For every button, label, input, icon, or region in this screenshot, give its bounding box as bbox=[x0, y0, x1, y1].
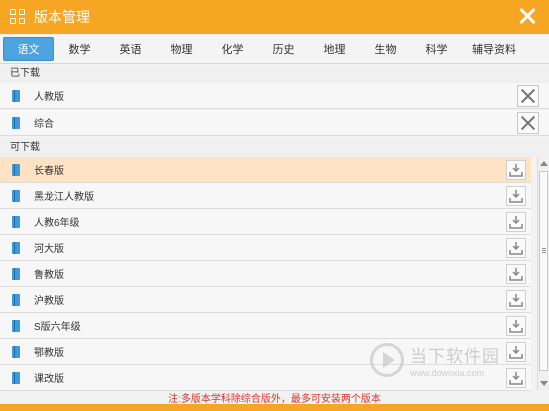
delete-button[interactable] bbox=[517, 85, 539, 107]
book-icon bbox=[12, 241, 20, 254]
watermark-url: www.downxia.com bbox=[410, 368, 485, 378]
bottom-bar bbox=[0, 404, 549, 411]
version-limit-notice: 注:多版本学科除综合版外，最多可安装两个版本 bbox=[168, 394, 381, 405]
tab-geography[interactable]: 地理 bbox=[309, 37, 360, 61]
download-button[interactable] bbox=[506, 212, 526, 232]
version-label: S版六年级 bbox=[34, 322, 81, 333]
downloaded-item: 综合 bbox=[0, 110, 549, 136]
available-item[interactable]: S版六年级 bbox=[0, 313, 531, 339]
watermark: 当下软件园 www.downxia.com bbox=[370, 342, 500, 378]
version-label: 人教版 bbox=[34, 92, 64, 103]
download-button[interactable] bbox=[506, 290, 526, 310]
version-label: 长春版 bbox=[34, 166, 64, 177]
available-item[interactable]: 河大版 bbox=[0, 235, 531, 261]
version-label: 河大版 bbox=[34, 244, 64, 255]
download-icon bbox=[509, 190, 523, 203]
subject-tabs: 语文 数学 英语 物理 化学 历史 地理 生物 科学 辅导资料 bbox=[0, 34, 549, 64]
watermark-cn: 当下软件园 bbox=[410, 347, 500, 366]
book-icon bbox=[12, 319, 20, 332]
available-item[interactable]: 沪教版 bbox=[0, 287, 531, 313]
book-icon bbox=[12, 371, 20, 384]
download-icon bbox=[509, 242, 523, 255]
tab-history[interactable]: 历史 bbox=[258, 37, 309, 61]
download-button[interactable] bbox=[506, 342, 526, 362]
book-icon bbox=[12, 215, 20, 228]
download-button[interactable] bbox=[506, 186, 526, 206]
download-icon bbox=[509, 372, 523, 385]
download-icon bbox=[509, 294, 523, 307]
tab-chemistry[interactable]: 化学 bbox=[207, 37, 258, 61]
book-icon bbox=[12, 89, 20, 102]
version-label: 沪教版 bbox=[34, 296, 64, 307]
version-label: 人教6年级 bbox=[34, 218, 80, 229]
close-icon[interactable] bbox=[515, 4, 539, 28]
title-bar: 版本管理 bbox=[0, 0, 549, 34]
scroll-up-arrow-icon[interactable] bbox=[540, 161, 548, 166]
download-button[interactable] bbox=[506, 238, 526, 258]
tab-math[interactable]: 数学 bbox=[54, 37, 105, 61]
delete-button[interactable] bbox=[517, 112, 539, 134]
downxia-logo-icon bbox=[370, 343, 404, 377]
version-label: 课改版 bbox=[34, 374, 64, 385]
download-icon bbox=[509, 164, 523, 177]
grid-icon bbox=[10, 9, 26, 25]
version-label: 黑龙江人教版 bbox=[34, 192, 94, 203]
tab-science[interactable]: 科学 bbox=[411, 37, 462, 61]
book-icon bbox=[12, 163, 20, 176]
version-label: 鄂教版 bbox=[34, 348, 64, 359]
download-icon bbox=[509, 268, 523, 281]
book-icon bbox=[12, 267, 20, 280]
version-label: 综合 bbox=[34, 119, 54, 130]
window-title: 版本管理 bbox=[34, 9, 90, 25]
download-icon bbox=[509, 320, 523, 333]
available-item[interactable]: 人教6年级 bbox=[0, 209, 531, 235]
list-scrollbar[interactable] bbox=[537, 157, 549, 390]
book-icon bbox=[12, 189, 20, 202]
download-button[interactable] bbox=[506, 368, 526, 388]
tab-biology[interactable]: 生物 bbox=[360, 37, 411, 61]
available-item[interactable]: 黑龙江人教版 bbox=[0, 183, 531, 209]
available-item[interactable]: 长春版 bbox=[0, 157, 531, 183]
download-icon bbox=[509, 346, 523, 359]
book-icon bbox=[12, 116, 20, 129]
tab-chinese[interactable]: 语文 bbox=[3, 36, 54, 61]
download-button[interactable] bbox=[506, 160, 526, 180]
tab-tutoring-materials[interactable]: 辅导资料 bbox=[462, 37, 526, 61]
downloaded-section-label: 已下载 bbox=[0, 65, 549, 83]
download-button[interactable] bbox=[506, 264, 526, 284]
download-button[interactable] bbox=[506, 316, 526, 336]
downloaded-item: 人教版 bbox=[0, 83, 549, 109]
book-icon bbox=[12, 345, 20, 358]
scroll-thumb[interactable] bbox=[539, 171, 548, 371]
version-label: 鲁教版 bbox=[34, 270, 64, 281]
available-section-label: 可下载 bbox=[0, 139, 549, 157]
download-icon bbox=[509, 216, 523, 229]
book-icon bbox=[12, 293, 20, 306]
tab-physics[interactable]: 物理 bbox=[156, 37, 207, 61]
available-item[interactable]: 鲁教版 bbox=[0, 261, 531, 287]
tab-english[interactable]: 英语 bbox=[105, 37, 156, 61]
scroll-down-arrow-icon[interactable] bbox=[540, 381, 548, 386]
